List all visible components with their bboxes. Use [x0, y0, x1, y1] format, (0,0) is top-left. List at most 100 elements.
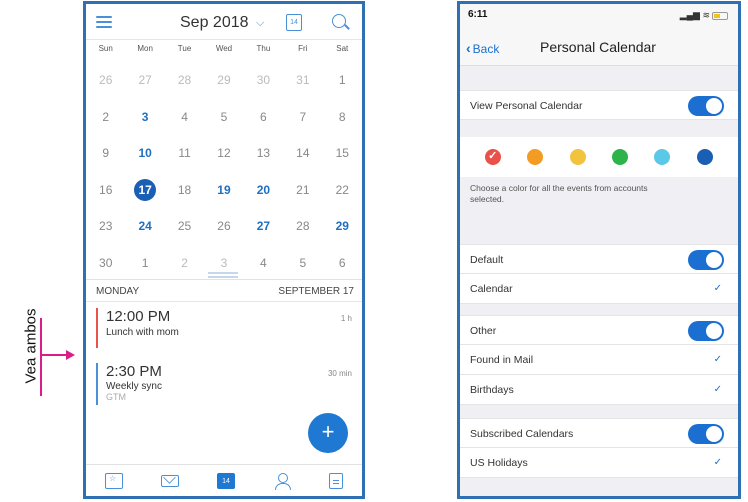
- calendar-phone-screen: Sep 2018 ⌵ 14 Sun Mon Tue Wed Thu Fri Sa…: [83, 1, 365, 499]
- week-row: 16 17 18 19 20 21 22: [86, 172, 362, 209]
- color-swatch-light-blue[interactable]: [654, 149, 671, 165]
- day-cell[interactable]: 25: [165, 219, 204, 233]
- people-icon[interactable]: [273, 472, 291, 490]
- day-cell[interactable]: 27: [125, 73, 164, 87]
- day-cell[interactable]: 21: [283, 183, 322, 197]
- navigation-bar: ‹ Back Personal Calendar: [460, 26, 738, 66]
- month-title[interactable]: Sep 2018: [180, 14, 249, 32]
- back-label: Back: [472, 42, 500, 56]
- row-label: View Personal Calendar: [470, 100, 583, 112]
- day-cell[interactable]: 24: [125, 219, 164, 233]
- day-cell[interactable]: 6: [323, 256, 362, 270]
- day-cell[interactable]: 13: [244, 146, 283, 160]
- day-cell[interactable]: 2: [86, 110, 125, 124]
- day-cell[interactable]: 14: [283, 146, 322, 160]
- day-cell[interactable]: 28: [283, 219, 322, 233]
- week-row: 2 3 4 5 6 7 8: [86, 99, 362, 136]
- row-label: Found in Mail: [470, 354, 534, 366]
- row-label: Calendar: [470, 283, 513, 295]
- drag-handle-line: [208, 276, 238, 278]
- birthdays-row[interactable]: Birthdays ✓: [460, 375, 738, 405]
- color-swatch-red[interactable]: [485, 149, 502, 165]
- day-cell[interactable]: 2: [165, 256, 204, 270]
- day-cell[interactable]: 26: [86, 73, 125, 87]
- section-label: Other: [470, 325, 497, 337]
- day-cell[interactable]: 12: [204, 146, 243, 160]
- other-toggle[interactable]: [688, 321, 724, 341]
- hamburger-menu-icon[interactable]: [96, 16, 112, 28]
- day-cell[interactable]: 29: [323, 219, 362, 233]
- event-duration: 1 h: [340, 314, 352, 323]
- default-toggle[interactable]: [688, 250, 724, 270]
- week-row: 23 24 25 26 27 28 29: [86, 208, 362, 245]
- color-swatch-green[interactable]: [612, 149, 629, 165]
- color-swatch-blue[interactable]: [696, 149, 713, 165]
- drag-handle[interactable]: [208, 272, 238, 274]
- checkmark-icon: ✓: [713, 457, 722, 468]
- day-cell[interactable]: 15: [323, 146, 362, 160]
- day-cell[interactable]: 6: [244, 110, 283, 124]
- day-cell[interactable]: 23: [86, 219, 125, 233]
- mail-icon[interactable]: [161, 474, 179, 487]
- day-cell[interactable]: 20: [244, 183, 283, 197]
- day-cell[interactable]: 11: [165, 146, 204, 160]
- day-cell[interactable]: 7: [283, 110, 322, 124]
- day-cell[interactable]: 31: [283, 73, 322, 87]
- add-event-button[interactable]: +: [308, 413, 348, 453]
- day-cell[interactable]: 10: [125, 146, 164, 160]
- files-icon[interactable]: [329, 472, 343, 489]
- event-location: GTM: [106, 392, 126, 402]
- day-cell[interactable]: 18: [165, 183, 204, 197]
- day-cell[interactable]: 29: [204, 73, 243, 87]
- event-item[interactable]: 2:30 PM Weekly sync GTM 30 min: [96, 363, 358, 407]
- agenda-header: MONDAY SEPTEMBER 17: [86, 282, 362, 300]
- day-cell[interactable]: 30: [244, 73, 283, 87]
- day-cell[interactable]: 16: [86, 183, 125, 197]
- today-calendar-icon[interactable]: 14: [286, 14, 302, 31]
- event-duration: 30 min: [327, 369, 352, 378]
- day-cell[interactable]: 9: [86, 146, 125, 160]
- default-section-row: Default: [460, 244, 738, 274]
- event-time: 2:30 PM: [106, 363, 162, 380]
- day-cell[interactable]: 4: [244, 256, 283, 270]
- back-button[interactable]: ‹ Back: [466, 40, 499, 56]
- agenda-day: MONDAY: [96, 286, 140, 297]
- checkmark-icon: ✓: [713, 384, 722, 395]
- day-cell[interactable]: 28: [165, 73, 204, 87]
- color-swatch-yellow[interactable]: [569, 149, 586, 165]
- day-cell[interactable]: 4: [165, 110, 204, 124]
- event-title: Lunch with mom: [106, 327, 179, 338]
- day-cell[interactable]: 3: [125, 110, 164, 124]
- calendar-icon[interactable]: 14: [217, 472, 235, 489]
- calendar-star-icon[interactable]: [105, 472, 123, 489]
- calendar-row[interactable]: Calendar ✓: [460, 274, 738, 304]
- day-cell[interactable]: 22: [323, 183, 362, 197]
- annotation-arrow-icon: [66, 350, 75, 360]
- day-cell[interactable]: 27: [244, 219, 283, 233]
- day-cell[interactable]: 19: [204, 183, 243, 197]
- color-swatch-orange[interactable]: [527, 149, 544, 165]
- day-cell[interactable]: 30: [86, 256, 125, 270]
- annotation-label: Vea ambos: [22, 308, 40, 384]
- day-cell[interactable]: 5: [283, 256, 322, 270]
- day-cell[interactable]: 1: [125, 256, 164, 270]
- row-label: US Holidays: [470, 457, 528, 469]
- subscribed-calendars-toggle[interactable]: [688, 424, 724, 444]
- found-in-mail-row[interactable]: Found in Mail ✓: [460, 345, 738, 375]
- view-personal-calendar-toggle[interactable]: [688, 96, 724, 116]
- search-icon[interactable]: [332, 14, 346, 28]
- day-cell[interactable]: 3: [204, 256, 243, 270]
- event-item[interactable]: 12:00 PM Lunch with mom 1 h: [96, 308, 358, 350]
- helper-text: Choose a color for all the events from a…: [470, 183, 648, 204]
- us-holidays-row[interactable]: US Holidays ✓: [460, 448, 738, 478]
- day-cell[interactable]: 5: [204, 110, 243, 124]
- day-cell[interactable]: 26: [204, 219, 243, 233]
- chevron-down-icon[interactable]: ⌵: [256, 17, 264, 30]
- day-cell[interactable]: 8: [323, 110, 362, 124]
- selected-day-cell[interactable]: 17: [125, 178, 164, 201]
- weekday-label: Sun: [98, 44, 113, 53]
- day-cell[interactable]: 1: [323, 73, 362, 87]
- selected-day-label: 17: [134, 178, 157, 201]
- page-title: Personal Calendar: [540, 39, 656, 55]
- weekday-label: Tue: [177, 44, 192, 53]
